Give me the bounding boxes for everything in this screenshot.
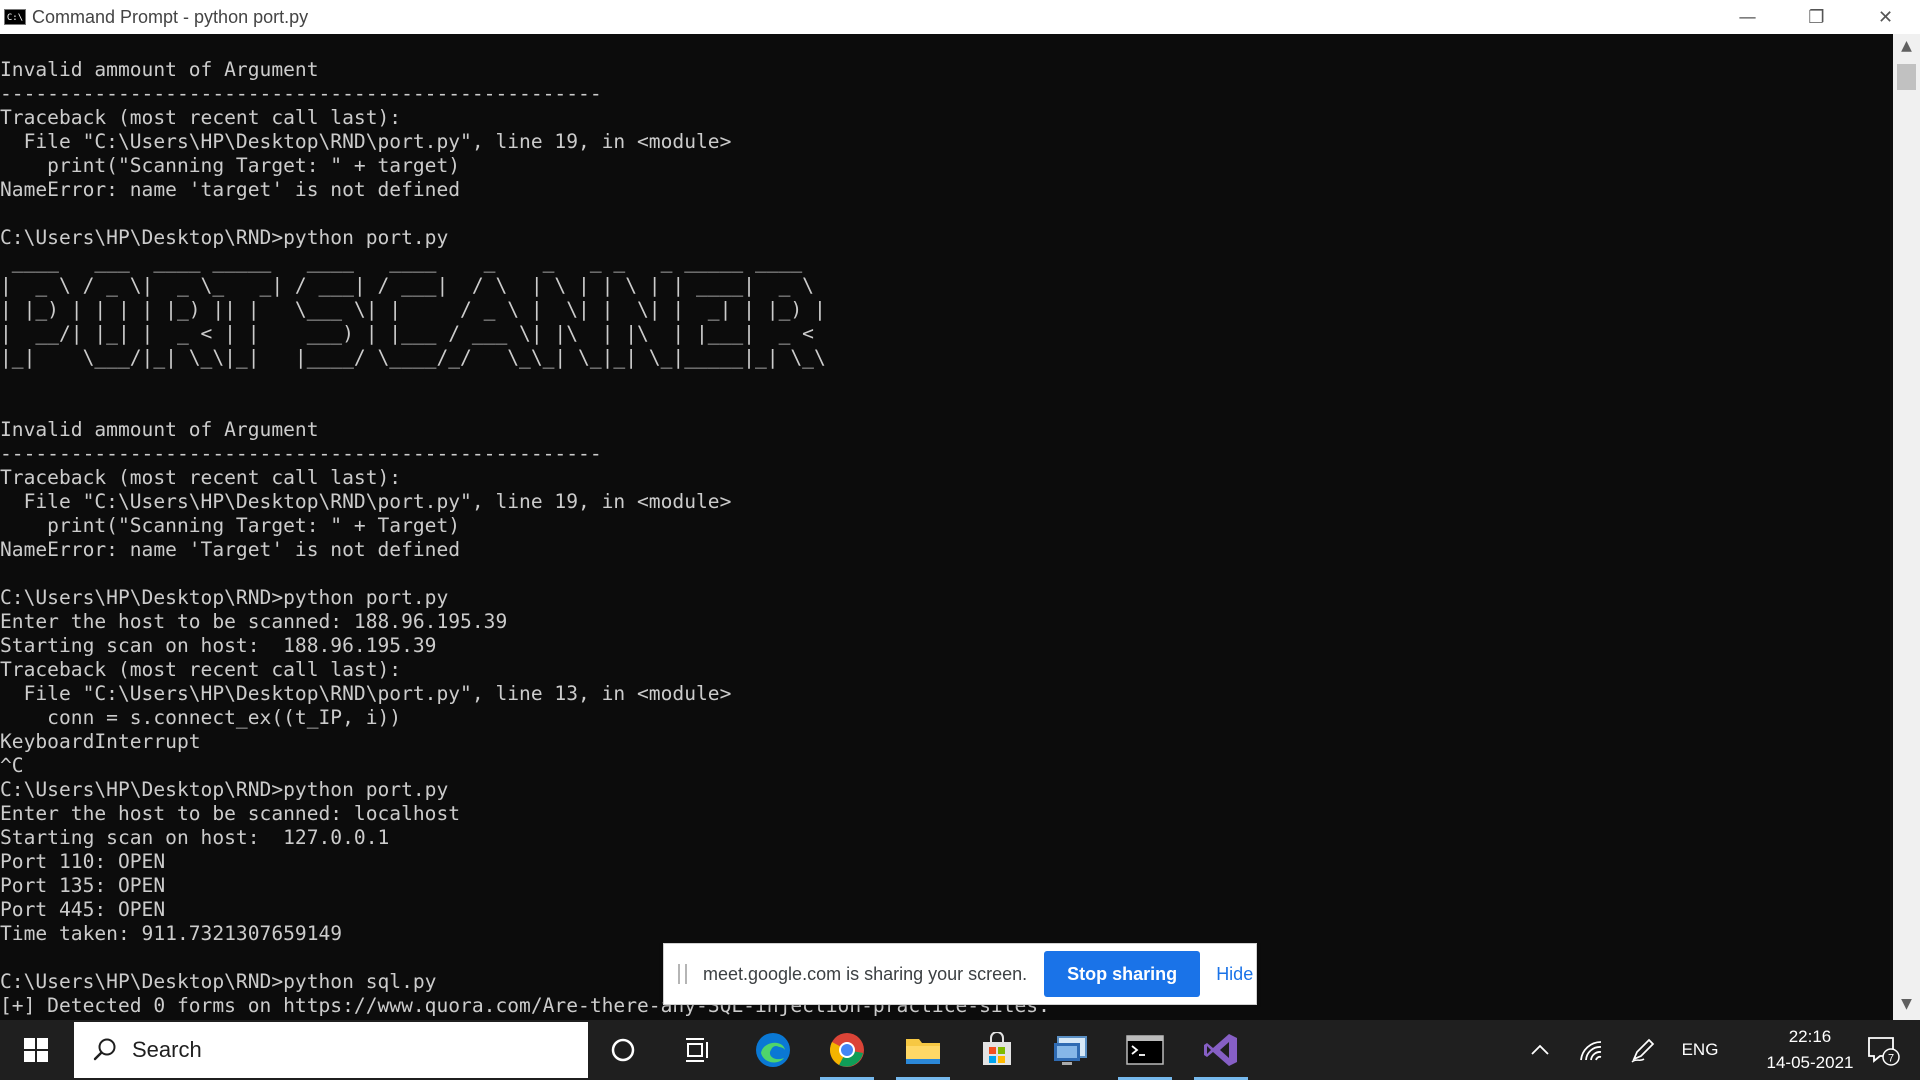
console-line: print("Scanning Target: " + Target)	[0, 514, 461, 537]
windows-logo-icon	[24, 1038, 48, 1062]
show-hidden-icons-button[interactable]	[1526, 1020, 1554, 1080]
console-line: print("Scanning Target: " + target)	[0, 154, 461, 177]
console-line: Invalid ammount of Argument	[0, 418, 319, 441]
console-line: Port 445: OPEN	[0, 898, 166, 921]
chevron-up-icon	[1531, 1044, 1549, 1055]
window-controls: — ❐ ✕	[1713, 0, 1920, 34]
clock-button[interactable]: 22:16 14-05-2021	[1750, 1020, 1870, 1080]
command-prompt-icon	[1126, 1035, 1164, 1065]
notification-icon: 7	[1868, 1037, 1900, 1066]
console-line: Traceback (most recent call last):	[0, 106, 402, 129]
console-line: | _ \ / _ \| _ \_ _| / ___| / ___| / \ |…	[0, 274, 814, 297]
stop-sharing-button[interactable]: Stop sharing	[1044, 951, 1201, 997]
console-line: Port 110: OPEN	[0, 850, 166, 873]
console-line: ----------------------------------------…	[0, 442, 602, 465]
hide-button[interactable]: Hide	[1216, 964, 1253, 985]
console-line: C:\Users\HP\Desktop\RND>python port.py	[0, 586, 449, 609]
console-line: ----------------------------------------…	[0, 82, 602, 105]
remote-desktop-icon	[1054, 1036, 1087, 1065]
console-line: |_| \___/|_| \_\|_| |____/ \____/_/ \_\_…	[0, 346, 826, 369]
console-line: NameError: name 'target' is not defined	[0, 178, 461, 201]
wifi-icon	[1580, 1041, 1602, 1061]
visual-studio-app[interactable]	[1184, 1020, 1258, 1080]
scroll-down-arrow-icon[interactable]: ▼	[1893, 996, 1920, 1016]
console-line: File "C:\Users\HP\Desktop\RND\port.py", …	[0, 490, 732, 513]
console-line: conn = s.connect_ex((t_IP, i))	[0, 706, 402, 729]
vertical-scrollbar[interactable]: ▲ ▼	[1893, 34, 1920, 1020]
cortana-button[interactable]	[586, 1020, 660, 1080]
drag-handle-icon[interactable]	[678, 964, 687, 984]
cmd-app-icon[interactable]: C:\	[4, 9, 26, 25]
folder-icon	[906, 1039, 940, 1064]
console-text: Invalid ammount of Argument -------------…	[0, 58, 1050, 1018]
console-line: Enter the host to be scanned: localhost	[0, 802, 461, 825]
console-line: Starting scan on host: 127.0.0.1	[0, 826, 390, 849]
command-prompt-app[interactable]	[1108, 1020, 1182, 1080]
console-line: File "C:\Users\HP\Desktop\RND\port.py", …	[0, 130, 732, 153]
edge-icon	[756, 1033, 790, 1067]
close-button[interactable]: ✕	[1851, 0, 1920, 34]
minimize-button[interactable]: —	[1713, 0, 1782, 34]
console-line: C:\Users\HP\Desktop\RND>python port.py	[0, 778, 449, 801]
input-language-button[interactable]: ENG	[1680, 1020, 1720, 1080]
scrollbar-thumb[interactable]	[1897, 64, 1916, 90]
task-view-icon	[686, 1038, 708, 1062]
title-bar[interactable]: C:\ Command Prompt - python port.py — ❐ …	[0, 0, 1920, 34]
microsoft-store-app[interactable]	[960, 1020, 1034, 1080]
action-center-button[interactable]: 7	[1858, 1020, 1908, 1080]
console-line: | |_) | | | | |_) || | \___ \| | / _ \ |…	[0, 298, 826, 321]
edge-app[interactable]	[736, 1020, 810, 1080]
cortana-icon	[611, 1038, 635, 1062]
screen-sharing-bar: meet.google.com is sharing your screen. …	[663, 943, 1257, 1005]
console-line: Enter the host to be scanned: 188.96.195…	[0, 610, 508, 633]
sharing-message: meet.google.com is sharing your screen.	[703, 963, 1028, 984]
console-line: C:\Users\HP\Desktop\RND>python port.py	[0, 226, 449, 249]
visual-studio-icon	[1204, 1034, 1237, 1066]
notification-count: 7	[1888, 1053, 1894, 1065]
console-line: KeyboardInterrupt	[0, 730, 201, 753]
remote-desktop-app[interactable]	[1034, 1020, 1108, 1080]
taskbar-search-box[interactable]: Search	[74, 1022, 588, 1078]
window-title: Command Prompt - python port.py	[32, 6, 309, 27]
console-line: ^C	[0, 754, 24, 777]
search-icon	[93, 1038, 116, 1061]
chrome-icon	[830, 1033, 864, 1067]
taskbar: Search ENG 22:16 14-05-2021 7	[0, 1020, 1920, 1080]
console-line: Port 135: OPEN	[0, 874, 166, 897]
task-view-button[interactable]	[660, 1020, 734, 1080]
restore-button[interactable]: ❐	[1782, 0, 1851, 34]
console-line: File "C:\Users\HP\Desktop\RND\port.py", …	[0, 682, 732, 705]
clock-time: 22:16	[1788, 1027, 1832, 1046]
file-explorer-app[interactable]	[886, 1020, 960, 1080]
chrome-app[interactable]	[810, 1020, 884, 1080]
pen-workspace-button[interactable]	[1626, 1020, 1660, 1080]
console-line: Traceback (most recent call last):	[0, 466, 402, 489]
scroll-up-arrow-icon[interactable]: ▲	[1893, 38, 1920, 58]
clock-date: 14-05-2021	[1766, 1053, 1854, 1072]
console-line: Traceback (most recent call last):	[0, 658, 402, 681]
console-line: ____ ___ ____ _____ ____ ____ _ _ _ _ _ …	[0, 250, 803, 273]
store-icon	[983, 1032, 1011, 1065]
console-output-area[interactable]: Invalid ammount of Argument -------------…	[0, 34, 1893, 1020]
console-line: | __/| |_| | _ < | | ___) | |___ / ___ \…	[0, 322, 814, 345]
start-button[interactable]	[0, 1020, 72, 1080]
console-line: NameError: name 'Target' is not defined	[0, 538, 461, 561]
pen-icon	[1631, 1038, 1655, 1063]
console-line: Invalid ammount of Argument	[0, 58, 319, 81]
search-placeholder: Search	[132, 1037, 202, 1062]
console-line: Starting scan on host: 188.96.195.39	[0, 634, 437, 657]
network-button[interactable]	[1574, 1020, 1608, 1080]
